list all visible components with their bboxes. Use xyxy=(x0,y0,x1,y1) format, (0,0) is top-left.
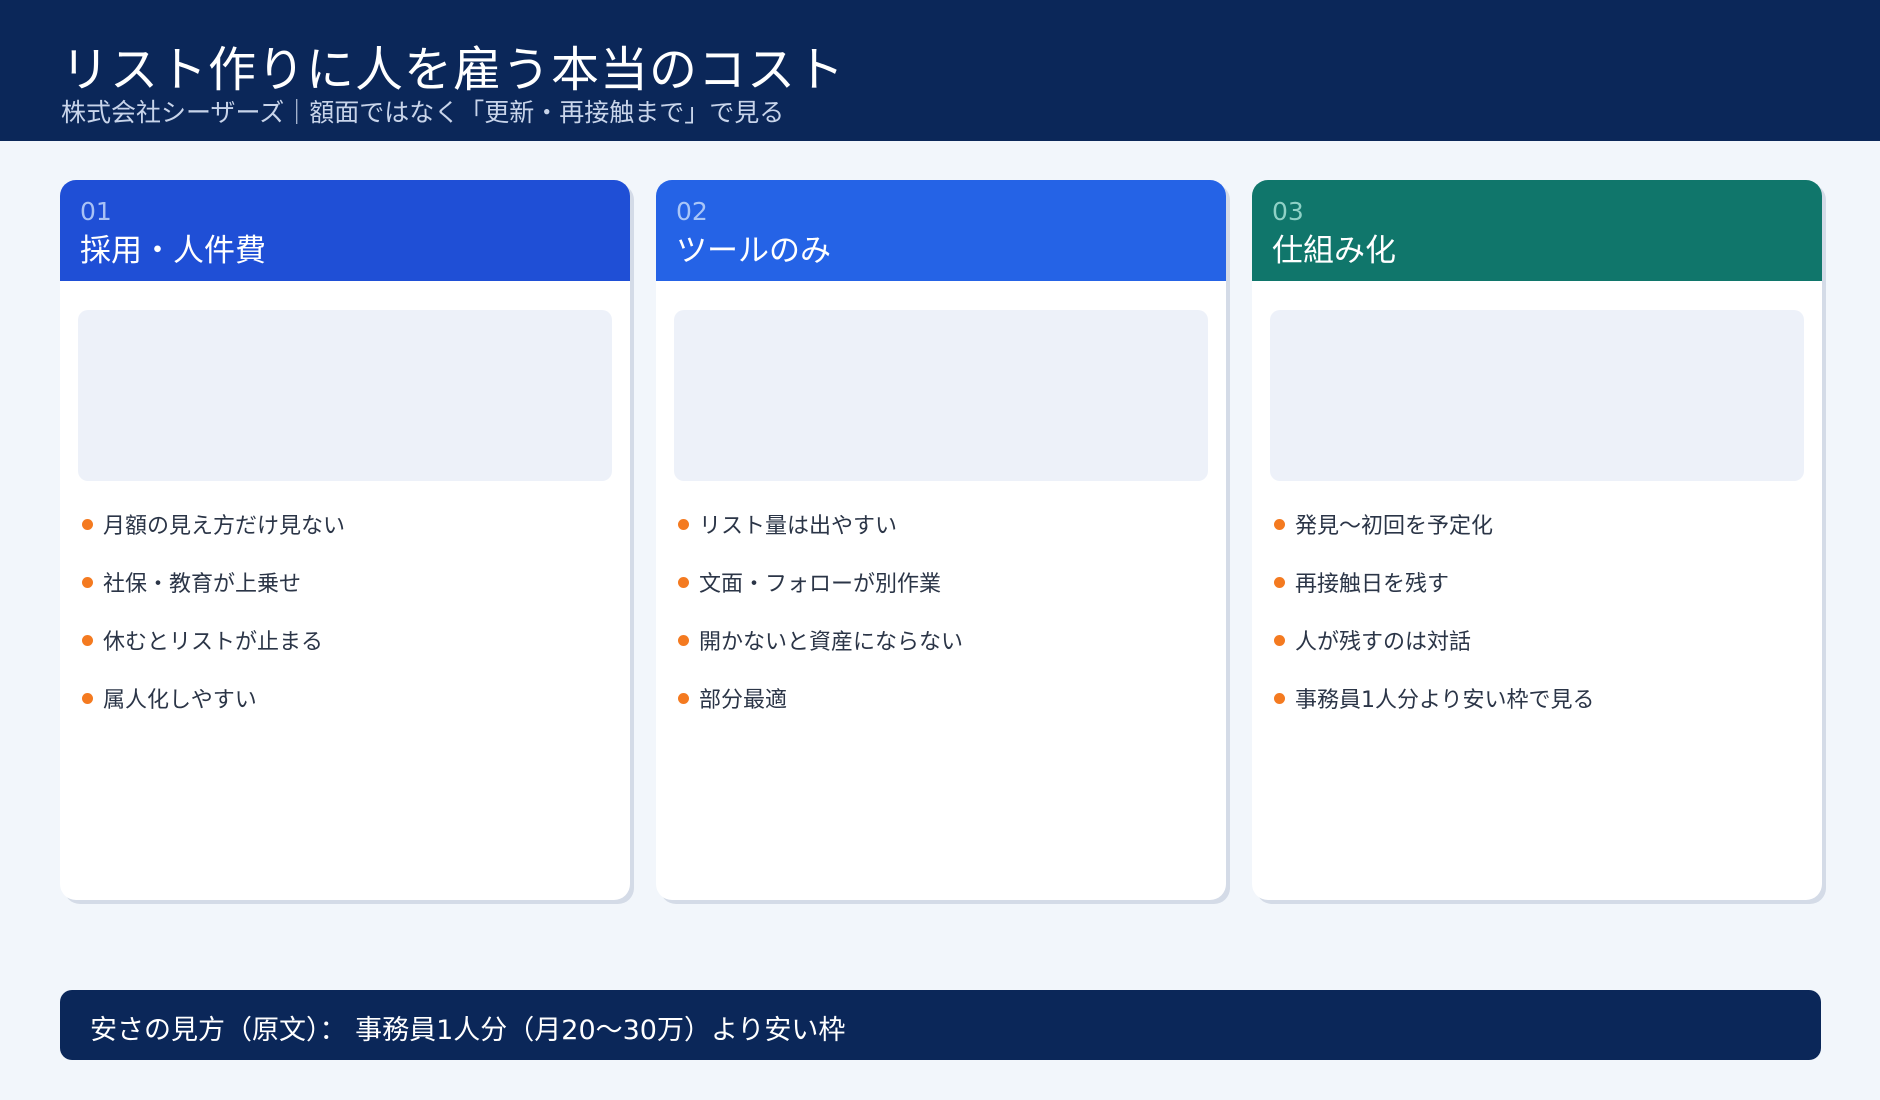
bullet-item: 人が残すのは対話 xyxy=(1274,625,1471,655)
bullet-dot-icon xyxy=(82,576,93,588)
bullet-dot-icon xyxy=(82,518,93,530)
bullet-list: 発見〜初回を予定化 再接触日を残す 人が残すのは対話 事務員1人分より安い枠で見… xyxy=(1252,180,1822,900)
bullet-dot-icon xyxy=(1274,518,1285,530)
card-hiring: 01 採用・人件費 月額の見え方だけ見ない 社保・教育が上乗せ 休むとリストが止… xyxy=(60,180,630,900)
bullet-item: 月額の見え方だけ見ない xyxy=(82,509,345,539)
bullet-item: リスト量は出やすい xyxy=(678,509,897,539)
footer-note: 安さの見方（原文）： 事務員1人分（月20〜30万）より安い枠 xyxy=(60,990,1821,1060)
bullet-dot-icon xyxy=(678,576,689,588)
card-systematize: 03 仕組み化 発見〜初回を予定化 再接触日を残す 人が残すのは対話 事務員1人… xyxy=(1252,180,1822,900)
bullet-dot-icon xyxy=(82,692,93,704)
bullet-dot-icon xyxy=(82,634,93,646)
bullet-dot-icon xyxy=(678,634,689,646)
bullet-item: 開かないと資産にならない xyxy=(678,625,963,655)
bullet-item: 発見〜初回を予定化 xyxy=(1274,509,1493,539)
bullet-item: 再接触日を残す xyxy=(1274,567,1449,597)
bullet-item: 文面・フォローが別作業 xyxy=(678,567,941,597)
page-header: リスト作りに人を雇う本当のコスト 株式会社シーザーズ｜額面ではなく「更新・再接触… xyxy=(0,0,1880,141)
bullet-list: 月額の見え方だけ見ない 社保・教育が上乗せ 休むとリストが止まる 属人化しやすい xyxy=(60,180,630,900)
bullet-dot-icon xyxy=(1274,634,1285,646)
page-subtitle: 株式会社シーザーズ｜額面ではなく「更新・再接触まで」で見る xyxy=(61,98,785,127)
bullet-item: 社保・教育が上乗せ xyxy=(82,567,301,597)
bullet-dot-icon xyxy=(678,692,689,704)
bullet-dot-icon xyxy=(1274,692,1285,704)
bullet-dot-icon xyxy=(1274,576,1285,588)
bullet-dot-icon xyxy=(678,518,689,530)
footer-text: 安さの見方（原文）： 事務員1人分（月20〜30万）より安い枠 xyxy=(90,1015,846,1046)
card-tools-only: 02 ツールのみ リスト量は出やすい 文面・フォローが別作業 開かないと資産にな… xyxy=(656,180,1226,900)
page-title: リスト作りに人を雇う本当のコスト xyxy=(61,42,846,98)
bullet-item: 属人化しやすい xyxy=(82,683,257,713)
bullet-item: 部分最適 xyxy=(678,683,787,713)
bullet-list: リスト量は出やすい 文面・フォローが別作業 開かないと資産にならない 部分最適 xyxy=(656,180,1226,900)
bullet-item: 事務員1人分より安い枠で見る xyxy=(1274,683,1595,713)
bullet-item: 休むとリストが止まる xyxy=(82,625,323,655)
